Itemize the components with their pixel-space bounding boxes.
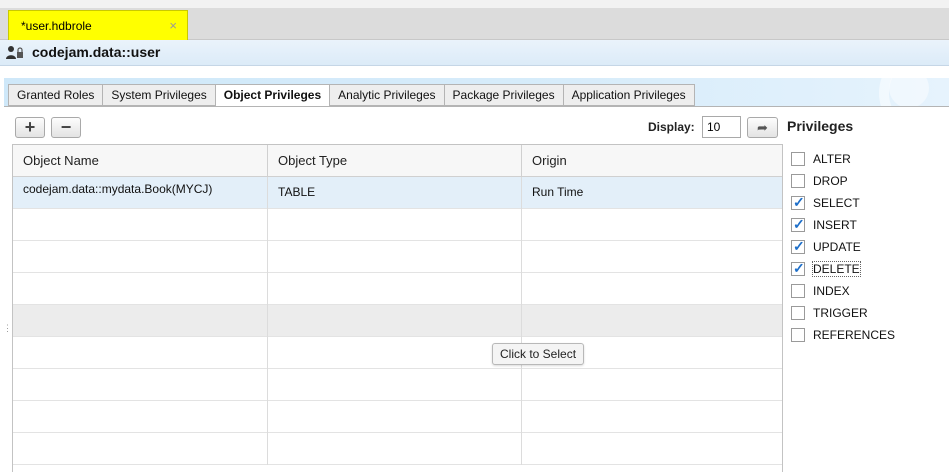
tab-application-privileges[interactable]: Application Privileges bbox=[562, 84, 695, 106]
cell-origin bbox=[522, 433, 782, 465]
cell-object-name bbox=[13, 273, 268, 305]
tab-object-privileges[interactable]: Object Privileges bbox=[214, 84, 330, 107]
privilege-label: INDEX bbox=[813, 284, 850, 298]
privilege-update[interactable]: UPDATE bbox=[791, 236, 895, 258]
tab-granted-roles[interactable]: Granted Roles bbox=[8, 84, 103, 106]
remove-object-button[interactable]: − bbox=[51, 117, 81, 138]
privilege-label: INSERT bbox=[813, 218, 857, 232]
cell-object-type: TABLE bbox=[268, 177, 522, 209]
checkbox[interactable] bbox=[791, 306, 805, 320]
resize-handle[interactable]: ⋮ bbox=[3, 324, 12, 340]
privilege-references[interactable]: REFERENCES bbox=[791, 324, 895, 346]
privilege-index[interactable]: INDEX bbox=[791, 280, 895, 302]
privilege-label: DELETE bbox=[812, 261, 861, 277]
checkbox[interactable] bbox=[791, 284, 805, 298]
cell-origin bbox=[522, 273, 782, 305]
privilege-insert[interactable]: INSERT bbox=[791, 214, 895, 236]
decorative-swirl bbox=[889, 78, 929, 106]
tab-package-privileges[interactable]: Package Privileges bbox=[443, 84, 563, 106]
cell-object-name: codejam.data::mydata.Book(MYCJ) bbox=[13, 177, 268, 209]
cell-origin bbox=[522, 369, 782, 401]
cell-object-type bbox=[268, 209, 522, 241]
privilege-label: TRIGGER bbox=[813, 306, 868, 320]
editor-tab-bar: *user.hdbrole × bbox=[0, 8, 949, 40]
click-to-select-tooltip: Click to Select bbox=[492, 343, 585, 365]
tab-system-privileges[interactable]: System Privileges bbox=[102, 84, 215, 106]
cell-object-type bbox=[268, 241, 522, 273]
cell-object-name bbox=[13, 433, 268, 465]
privilege-alter[interactable]: ALTER bbox=[791, 148, 895, 170]
checkbox[interactable] bbox=[791, 328, 805, 342]
privilege-label: DROP bbox=[813, 174, 848, 188]
privilege-select[interactable]: SELECT bbox=[791, 192, 895, 214]
checkbox-checked[interactable] bbox=[791, 194, 805, 211]
checkbox-checked[interactable] bbox=[791, 238, 805, 255]
privilege-label: ALTER bbox=[813, 152, 851, 166]
cell-object-name bbox=[13, 241, 268, 273]
arrow-right-icon: ➦ bbox=[757, 120, 768, 135]
cell-object-type bbox=[268, 337, 522, 369]
privilege-label: REFERENCES bbox=[813, 328, 896, 342]
page-title: codejam.data::user bbox=[32, 44, 161, 60]
cell-object-type bbox=[268, 401, 522, 433]
column-header-object-type[interactable]: Object Type bbox=[268, 145, 522, 177]
cell-object-name bbox=[13, 369, 268, 401]
privilege-label: UPDATE bbox=[813, 240, 861, 254]
privilege-trigger[interactable]: TRIGGER bbox=[791, 302, 895, 324]
cell-origin bbox=[522, 305, 782, 337]
cell-object-name bbox=[13, 337, 268, 369]
privileges-list: ALTER DROP SELECT INSERT UPDATE DELETE I… bbox=[791, 148, 895, 346]
column-header-origin[interactable]: Origin bbox=[522, 145, 782, 177]
cell-object-type bbox=[268, 433, 522, 465]
privileges-title: Privileges bbox=[787, 118, 854, 134]
table-row[interactable]: codejam.data::mydata.Book(MYCJ) TABLE Ru… bbox=[13, 177, 782, 209]
checkbox[interactable] bbox=[791, 174, 805, 188]
cell-object-name bbox=[13, 401, 268, 433]
privilege-label: SELECT bbox=[813, 196, 860, 210]
table-row[interactable] bbox=[13, 305, 782, 337]
display-count-input[interactable] bbox=[702, 116, 741, 138]
checkbox[interactable] bbox=[791, 152, 805, 166]
display-label: Display: bbox=[648, 120, 695, 134]
checkbox-checked[interactable] bbox=[791, 260, 805, 277]
add-object-button[interactable]: + bbox=[15, 117, 45, 138]
cell-object-type bbox=[268, 305, 522, 337]
editor-tab-label: *user.hdbrole bbox=[21, 19, 92, 33]
cell-object-type bbox=[268, 273, 522, 305]
cell-object-name bbox=[13, 209, 268, 241]
tab-analytic-privileges[interactable]: Analytic Privileges bbox=[329, 84, 444, 106]
table-row[interactable] bbox=[13, 209, 782, 241]
editor-tab-user-hdbrole[interactable]: *user.hdbrole × bbox=[8, 10, 188, 40]
cell-origin: Run Time bbox=[532, 185, 584, 199]
editor-header: codejam.data::user bbox=[0, 40, 949, 66]
table-row[interactable] bbox=[13, 337, 782, 369]
column-header-object-name[interactable]: Object Name bbox=[13, 145, 268, 177]
cell-object-type bbox=[268, 369, 522, 401]
table-row[interactable] bbox=[13, 273, 782, 305]
privilege-tabs: Granted Roles System Privileges Object P… bbox=[8, 84, 695, 107]
object-privileges-table: Object Name Object Type Origin codejam.d… bbox=[12, 144, 783, 472]
table-row[interactable] bbox=[13, 433, 782, 465]
privilege-delete[interactable]: DELETE bbox=[791, 258, 895, 280]
checkbox-checked[interactable] bbox=[791, 216, 805, 233]
window-top-strip bbox=[0, 0, 949, 8]
table-row[interactable] bbox=[13, 401, 782, 433]
cell-origin bbox=[522, 209, 782, 241]
cell-origin bbox=[522, 401, 782, 433]
close-icon[interactable]: × bbox=[169, 11, 177, 41]
privilege-drop[interactable]: DROP bbox=[791, 170, 895, 192]
user-lock-icon bbox=[6, 46, 23, 59]
table-row[interactable] bbox=[13, 369, 782, 401]
table-header: Object Name Object Type Origin bbox=[13, 145, 782, 177]
cell-origin bbox=[522, 241, 782, 273]
go-button[interactable]: ➦ bbox=[747, 117, 778, 138]
table-row[interactable] bbox=[13, 241, 782, 273]
cell-object-name bbox=[13, 305, 268, 337]
